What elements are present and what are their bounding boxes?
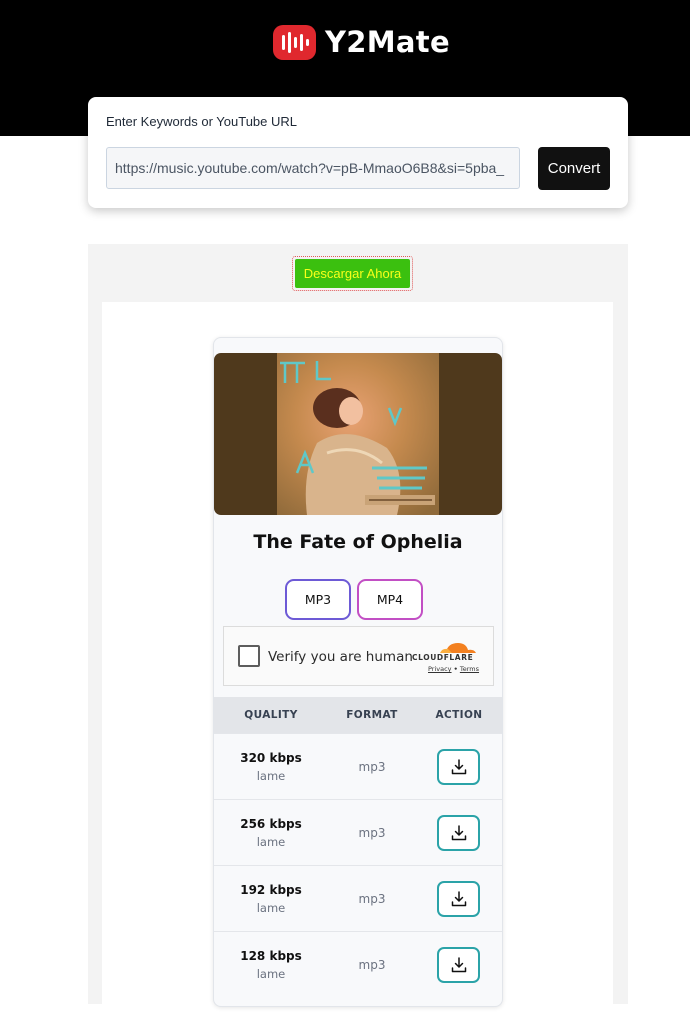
encoder-value: lame bbox=[256, 901, 286, 915]
cloudflare-captcha: Verify you are human CLOUDFLARE Privacy … bbox=[223, 626, 494, 686]
table-row: 256 kbps lame mp3 bbox=[214, 799, 502, 865]
quality-value: 128 kbps bbox=[240, 949, 302, 963]
album-cover-image bbox=[277, 353, 439, 515]
download-icon bbox=[451, 759, 466, 775]
download-button[interactable] bbox=[437, 749, 480, 785]
verify-checkbox[interactable] bbox=[238, 645, 260, 667]
ad-download-button[interactable]: Descargar Ahora bbox=[295, 259, 410, 288]
brand-name: Y2Mate bbox=[325, 25, 450, 59]
ad-download-wrapper: Descargar Ahora bbox=[292, 256, 413, 291]
verify-label: Verify you are human bbox=[268, 649, 413, 665]
format-value: mp3 bbox=[358, 958, 386, 972]
tab-mp4[interactable]: MP4 bbox=[357, 579, 423, 620]
encoder-value: lame bbox=[256, 835, 286, 849]
captcha-links: Privacy • Terms bbox=[428, 665, 479, 673]
terms-link[interactable]: Terms bbox=[460, 665, 479, 673]
quality-value: 256 kbps bbox=[240, 817, 302, 831]
link-separator: • bbox=[453, 665, 458, 673]
tab-mp3[interactable]: MP3 bbox=[285, 579, 351, 620]
quality-value: 192 kbps bbox=[240, 883, 302, 897]
format-value: mp3 bbox=[358, 760, 386, 774]
download-icon bbox=[451, 957, 466, 973]
download-button[interactable] bbox=[437, 815, 480, 851]
header-action: ACTION bbox=[435, 709, 483, 721]
result-card: The Fate of Ophelia MP3 MP4 Verify you a… bbox=[213, 337, 503, 1007]
convert-button[interactable]: Convert bbox=[538, 147, 610, 190]
track-title: The Fate of Ophelia bbox=[253, 531, 463, 553]
download-icon bbox=[451, 825, 466, 841]
table-row: 192 kbps lame mp3 bbox=[214, 865, 502, 931]
encoder-value: lame bbox=[256, 769, 286, 783]
cloudflare-wordmark: CLOUDFLARE bbox=[412, 653, 474, 662]
format-value: mp3 bbox=[358, 826, 386, 840]
quality-value: 320 kbps bbox=[240, 751, 302, 765]
download-button[interactable] bbox=[437, 947, 480, 983]
url-input[interactable] bbox=[106, 147, 520, 189]
encoder-value: lame bbox=[256, 967, 286, 981]
privacy-link[interactable]: Privacy bbox=[428, 665, 452, 673]
video-thumbnail bbox=[214, 353, 502, 515]
audio-wave-icon bbox=[273, 24, 316, 60]
header-format: FORMAT bbox=[346, 709, 398, 721]
download-icon bbox=[451, 891, 466, 907]
download-button[interactable] bbox=[437, 881, 480, 917]
search-label: Enter Keywords or YouTube URL bbox=[106, 114, 298, 129]
format-value: mp3 bbox=[358, 892, 386, 906]
header-quality: QUALITY bbox=[244, 709, 298, 721]
table-row: 320 kbps lame mp3 bbox=[214, 733, 502, 799]
table-row: 128 kbps lame mp3 bbox=[214, 931, 502, 997]
table-header: QUALITY FORMAT ACTION bbox=[214, 697, 502, 733]
search-card: Enter Keywords or YouTube URL Convert bbox=[88, 97, 628, 208]
brand-logo[interactable]: Y2Mate bbox=[273, 24, 450, 60]
